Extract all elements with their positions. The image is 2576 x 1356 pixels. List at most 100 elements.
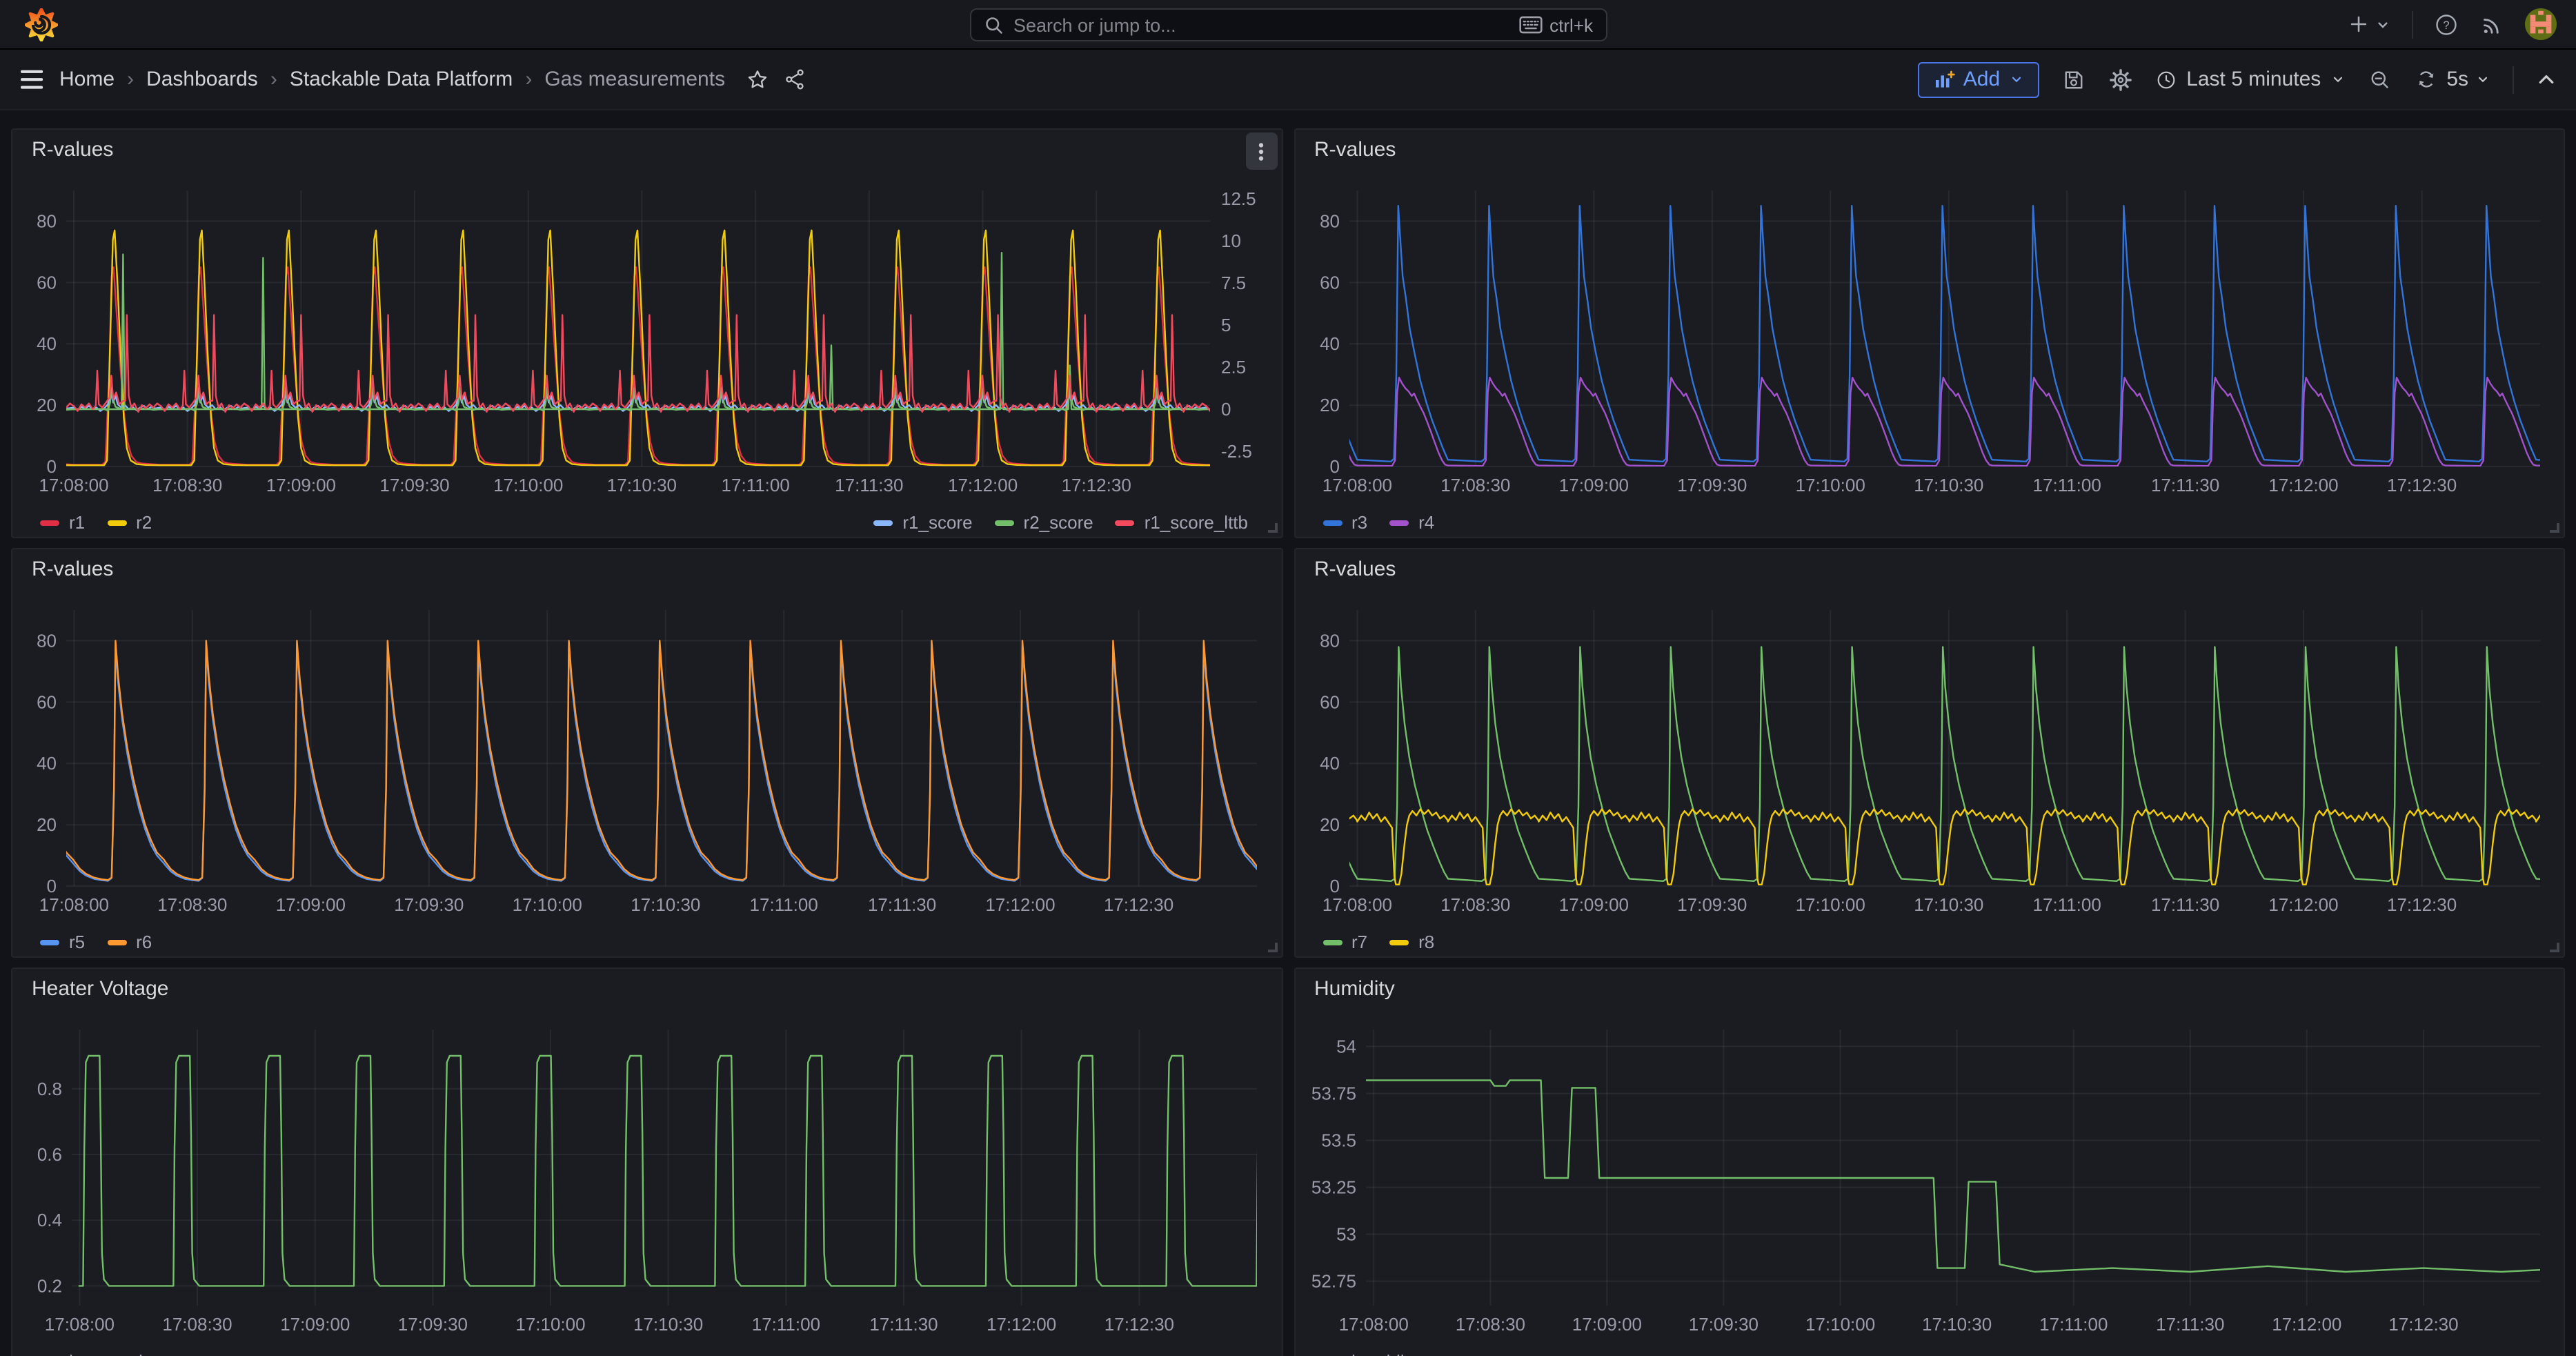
panel-r-values-3: R-values02040608017:08:0017:08:3017:09:0… (11, 548, 1282, 958)
breadcrumb-dashboards[interactable]: Dashboards (146, 68, 258, 91)
legend-swatch (107, 939, 126, 945)
x-axis-tick: 17:09:30 (1677, 475, 1747, 495)
x-axis-tick: 17:09:30 (1688, 1314, 1758, 1335)
legend-item-heatervoltage[interactable]: heatervoltage (40, 1351, 178, 1356)
x-axis-tick: 17:12:00 (986, 894, 1056, 915)
panel-r-values-2: R-values02040608017:08:0017:08:3017:09:0… (1294, 128, 2565, 538)
legend-label: heatervoltage (69, 1351, 178, 1356)
mega-menu-toggle[interactable] (19, 68, 46, 91)
legend-item-r6[interactable]: r6 (107, 932, 152, 952)
x-axis-tick: 17:12:30 (1104, 1314, 1174, 1335)
series-humidity (1366, 1080, 2540, 1272)
refresh-button[interactable] (2415, 68, 2438, 91)
x-axis-tick: 17:09:30 (398, 1314, 468, 1335)
legend-label: r3 (1351, 512, 1367, 533)
divider (2412, 10, 2413, 38)
y-axis-tick: 53.25 (1311, 1177, 1356, 1198)
panel-title[interactable]: R-values (1314, 557, 1396, 580)
legend-item-r2_score[interactable]: r2_score (995, 512, 1093, 533)
x-axis-tick: 17:08:30 (1455, 1314, 1525, 1335)
panel-resize-handle[interactable] (1267, 943, 1277, 952)
y-axis-tick: 0 (47, 456, 57, 477)
collapse-controls-button[interactable] (2536, 69, 2557, 90)
zoom-out-button[interactable] (2368, 67, 2392, 92)
hamburger-icon (19, 68, 46, 91)
x-axis-tick: 17:11:00 (750, 894, 818, 915)
dashboard-settings-button[interactable] (2108, 67, 2132, 92)
chevron-right-icon: › (525, 68, 532, 91)
x-axis-tick: 17:11:00 (2032, 894, 2101, 915)
legend-label: r2_score (1024, 512, 1093, 533)
time-range-picker[interactable]: Last 5 minutes (2154, 68, 2346, 91)
new-menu-button[interactable] (2347, 12, 2391, 36)
x-axis-tick: 17:10:00 (516, 1314, 586, 1335)
star-icon (744, 67, 769, 92)
kebab-icon (1251, 140, 1271, 162)
panel-title[interactable]: R-values (1314, 137, 1396, 161)
series-r2_score (67, 253, 1211, 409)
panel-header: R-values (12, 130, 1281, 166)
x-axis-tick: 17:10:00 (1795, 475, 1865, 495)
search-input[interactable] (1013, 14, 1509, 35)
legend-item-r1_score_lttb[interactable]: r1_score_lttb (1116, 512, 1248, 533)
global-search[interactable]: ctrl+k (969, 8, 1607, 41)
x-axis-tick: 17:09:00 (266, 475, 336, 495)
panel-resize-handle[interactable] (1267, 523, 1277, 533)
legend-item-r1[interactable]: r1 (40, 512, 85, 533)
y-axis-tick: 40 (1320, 333, 1340, 354)
news-button[interactable] (2479, 12, 2504, 37)
user-avatar[interactable] (2525, 8, 2557, 40)
panel-resize-handle[interactable] (2550, 943, 2559, 952)
x-axis-tick: 17:11:30 (870, 1314, 938, 1335)
legend-item-r2[interactable]: r2 (107, 512, 152, 533)
y-axis-tick: 40 (1320, 753, 1340, 774)
x-axis-tick: 17:09:00 (1558, 475, 1628, 495)
favorite-button[interactable] (744, 67, 769, 92)
x-axis-tick: 17:12:00 (2268, 475, 2338, 495)
x-axis-tick: 17:09:00 (1572, 1314, 1641, 1335)
legend-item-r7[interactable]: r7 (1322, 932, 1367, 952)
svg-text:?: ? (2443, 19, 2449, 31)
x-axis-tick: 17:11:00 (752, 1314, 820, 1335)
legend-item-r1_score[interactable]: r1_score (873, 512, 972, 533)
legend-item-r5[interactable]: r5 (40, 932, 85, 952)
help-button[interactable]: ? (2434, 12, 2459, 37)
legend-label: r1_score_lttb (1145, 512, 1248, 533)
panel-title[interactable]: R-values (32, 137, 113, 161)
legend-item-r8[interactable]: r8 (1389, 932, 1434, 952)
grafana-logo[interactable] (25, 8, 58, 41)
x-axis-tick: 17:12:30 (2386, 894, 2456, 915)
legend-item-humidity[interactable]: humidity (1322, 1351, 1418, 1356)
panel-legend: r7 r8 (1295, 925, 2564, 958)
panel-menu-button[interactable] (1245, 132, 1277, 170)
panel-legend: r3 r4 (1295, 505, 2564, 538)
panel-title[interactable]: Humidity (1314, 976, 1395, 1000)
add-panel-button[interactable]: Add (1918, 61, 2039, 97)
x-axis-tick: 17:10:00 (1795, 894, 1865, 915)
x-axis-tick: 17:12:00 (2272, 1314, 2341, 1335)
x-axis-tick: 17:11:00 (2032, 475, 2101, 495)
legend-item-r3[interactable]: r3 (1322, 512, 1367, 533)
y-axis-tick: 60 (1320, 272, 1340, 293)
legend-swatch (1322, 520, 1342, 525)
legend-item-r4[interactable]: r4 (1389, 512, 1434, 533)
y-axis-tick: 53.5 (1321, 1130, 1356, 1151)
panel-r-values-1: R-values020406080-2.502.557.51012.517:08… (11, 128, 1282, 538)
grafana-app: ctrl+k ? (0, 0, 2576, 1356)
panel-title[interactable]: R-values (32, 557, 113, 580)
refresh-interval-picker[interactable]: 5s (2446, 68, 2490, 91)
dashboard-toolbar: Home › Dashboards › Stackable Data Platf… (0, 50, 2576, 110)
breadcrumb-home[interactable]: Home (59, 68, 115, 91)
x-axis-tick: 17:09:30 (395, 894, 464, 915)
x-axis-tick: 17:09:00 (1558, 894, 1628, 915)
y-axis-tick: 60 (37, 272, 57, 293)
x-axis-tick: 17:10:30 (1921, 1314, 1991, 1335)
breadcrumb-folder[interactable]: Stackable Data Platform (290, 68, 513, 91)
panel-header: R-values (1295, 130, 2564, 166)
save-dashboard-button[interactable] (2061, 67, 2085, 92)
panel-title[interactable]: Heater Voltage (32, 976, 169, 1000)
series-heatervoltage (79, 1056, 1274, 1286)
add-panel-icon (1933, 68, 1955, 90)
share-button[interactable] (783, 68, 806, 91)
panel-resize-handle[interactable] (2550, 523, 2559, 533)
